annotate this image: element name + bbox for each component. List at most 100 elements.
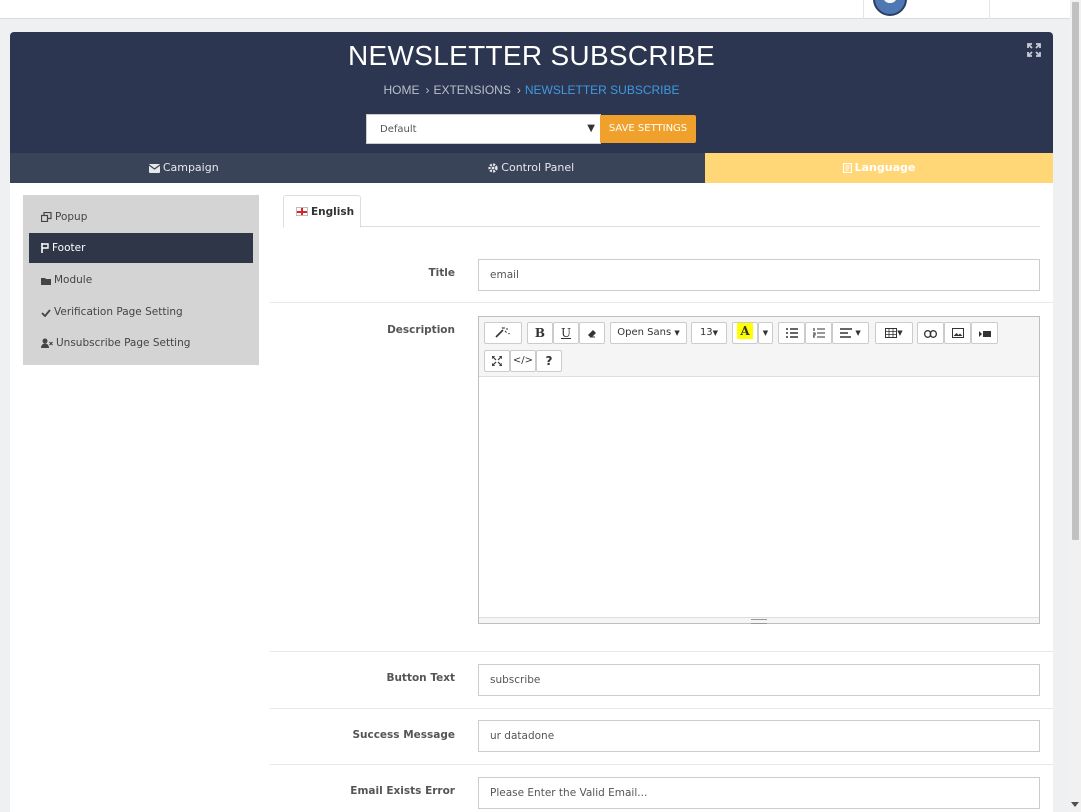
breadcrumb-separator: › [516, 83, 521, 97]
tab-label: Control Panel [501, 161, 575, 174]
breadcrumb-separator: › [425, 83, 430, 97]
page-scrollbar[interactable] [1070, 0, 1081, 812]
divider [270, 302, 1053, 303]
font-family-value: Open Sans [617, 327, 672, 338]
sidebar-item-popup[interactable]: Popup [29, 202, 253, 232]
breadcrumb-extensions[interactable]: EXTENSIONS [433, 83, 510, 97]
paragraph-align-button[interactable]: ▼ [832, 322, 869, 344]
unordered-list-icon [785, 328, 798, 338]
avatar[interactable] [873, 0, 907, 16]
settings-tabs: Campaign Control Panel Language [10, 153, 1053, 183]
font-size-value: 13 [699, 327, 713, 338]
bold-icon: B [534, 326, 546, 340]
email-exists-input[interactable]: Please Enter the Valid Email... [478, 777, 1040, 809]
breadcrumb-current: NEWSLETTER SUBSCRIBE [524, 83, 680, 97]
page-title: NEWSLETTER SUBSCRIBE [348, 40, 715, 71]
video-button[interactable] [971, 322, 998, 344]
editor-content-area[interactable] [479, 377, 1039, 617]
image-button[interactable] [944, 322, 971, 344]
link-icon [924, 330, 937, 338]
header-menu-item[interactable] [989, 0, 1070, 19]
text-color-icon: A [737, 323, 753, 339]
save-settings-button[interactable]: SAVE SETTINGS [600, 115, 696, 143]
underline-button[interactable]: U [553, 322, 579, 344]
caret-down-icon: ▼ [712, 329, 719, 337]
scrollbar-thumb[interactable] [1072, 2, 1079, 540]
underline-icon: U [560, 326, 572, 340]
tab-label: Language [854, 161, 916, 174]
editor-toolbar: B U Open Sans ▼ 13▼ A ▼ ▼ ▼ </> ? [479, 317, 1039, 377]
table-icon [885, 328, 898, 338]
font-size-select[interactable]: 13▼ [691, 322, 727, 344]
scroll-down-arrow-icon[interactable] [1071, 802, 1079, 807]
link-button[interactable] [917, 322, 944, 344]
button-text-input[interactable]: subscribe [478, 664, 1040, 696]
ordered-list-icon [811, 328, 825, 338]
top-header [0, 0, 1070, 19]
tab-language[interactable]: Language [705, 153, 1053, 183]
footer-icon [41, 243, 49, 253]
panel-header: NEWSLETTER SUBSCRIBE HOME › EXTENSIONS › NEW… [10, 32, 1053, 153]
folder-icon [41, 278, 51, 285]
popup-icon [40, 211, 52, 223]
unordered-list-button[interactable] [778, 322, 805, 344]
tab-english[interactable]: English [283, 195, 361, 228]
style-button[interactable] [484, 322, 522, 344]
table-button[interactable]: ▼ [875, 322, 913, 344]
caret-down-icon: ▼ [762, 329, 769, 337]
clear-format-button[interactable] [579, 322, 605, 344]
success-message-label: Success Message [352, 729, 455, 741]
sidebar-item-label: Unsubscribe Page Setting [56, 337, 191, 349]
success-message-input[interactable]: ur datadone [478, 720, 1040, 752]
ordered-list-button[interactable] [805, 322, 832, 344]
bold-button[interactable]: B [527, 322, 553, 344]
tab-label: Campaign [162, 161, 219, 174]
help-button[interactable]: ? [536, 350, 562, 372]
uk-flag-icon [296, 207, 308, 216]
fullscreen-editor-button[interactable] [484, 350, 510, 372]
magic-wand-icon [495, 327, 510, 338]
caret-down-icon: ▼ [897, 329, 903, 337]
divider [270, 708, 1053, 709]
code-icon: </> [512, 355, 534, 366]
sidebar-item-verification[interactable]: Verification Page Setting [29, 297, 253, 327]
sidebar-item-label: Footer [52, 242, 86, 254]
title-label: Title [428, 267, 455, 279]
caret-down-icon: ▼ [855, 329, 861, 337]
store-select[interactable]: Default ▼ [366, 114, 601, 144]
help-icon: ? [545, 354, 553, 368]
chevron-down-icon: ▼ [587, 123, 595, 134]
gear-icon [488, 163, 498, 173]
sidebar-item-module[interactable]: Module [29, 265, 253, 295]
tab-campaign[interactable]: Campaign [10, 153, 358, 183]
sidebar-item-label: Popup [55, 211, 88, 223]
sidebar-item-label: Module [54, 274, 93, 286]
align-left-icon [840, 328, 853, 338]
title-input[interactable]: email [478, 259, 1040, 291]
sidebar-item-unsubscribe[interactable]: Unsubscribe Page Setting [29, 328, 253, 358]
eraser-icon [588, 330, 596, 338]
divider [270, 764, 1053, 765]
sidebar-item-label: Verification Page Setting [54, 306, 183, 318]
image-icon [951, 328, 964, 338]
sidebar-item-footer[interactable]: Footer [29, 233, 253, 263]
user-menu[interactable] [863, 0, 989, 19]
editor-resize-handle[interactable] [479, 617, 1039, 624]
tab-control-panel[interactable]: Control Panel [358, 153, 706, 183]
language-tabs: English [283, 195, 1040, 228]
video-icon [978, 331, 991, 337]
font-family-select[interactable]: Open Sans ▼ [610, 322, 687, 344]
code-view-button[interactable]: </> [510, 350, 536, 372]
fullscreen-icon[interactable] [1027, 43, 1041, 57]
check-icon [41, 309, 51, 318]
user-remove-icon [41, 338, 53, 348]
tab-label: English [311, 206, 355, 218]
sidebar: Popup Footer Module Verification Page Se… [23, 195, 259, 365]
text-color-button[interactable]: A [732, 322, 758, 344]
envelope-icon [148, 164, 161, 173]
breadcrumb-home[interactable]: HOME [383, 83, 419, 97]
caret-down-icon: ▼ [674, 329, 680, 337]
color-dropdown-button[interactable]: ▼ [758, 322, 773, 344]
description-editor: B U Open Sans ▼ 13▼ A ▼ ▼ ▼ </> ? [478, 316, 1040, 624]
breadcrumb: HOME › EXTENSIONS › NEWSLETTER SUBSCRIBE [10, 83, 1053, 97]
